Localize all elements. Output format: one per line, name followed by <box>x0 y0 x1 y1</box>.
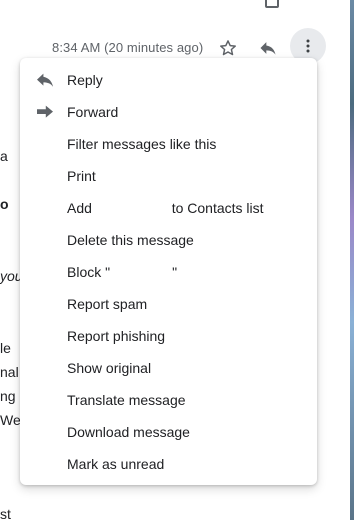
menu-item-label: Add to Contacts list <box>67 199 264 217</box>
body-text-fragment: a <box>0 148 8 164</box>
menu-item-label: Mark as unread <box>67 456 165 472</box>
menu-item-label: Show original <box>67 360 152 376</box>
menu-item-print[interactable]: Print <box>20 160 317 192</box>
body-text-fragment: nal <box>0 364 19 380</box>
menu-item-label: Translate message <box>67 392 186 408</box>
menu-item-label: Block " " <box>67 263 178 281</box>
body-text-fragment: le <box>0 340 11 356</box>
menu-item-label-prefix: Add <box>67 199 92 216</box>
message-timestamp: 8:34 AM (20 minutes ago) <box>52 40 204 55</box>
redacted-sender-name <box>110 266 173 281</box>
menu-item-block-sender[interactable]: Block " " <box>20 256 317 288</box>
forward-icon <box>35 104 55 120</box>
menu-item-label: Report phishing <box>67 328 166 344</box>
redacted-contact-name <box>95 202 168 217</box>
body-text-fragment: o <box>0 196 9 212</box>
reply-icon <box>35 72 55 88</box>
more-vert-icon <box>306 39 310 53</box>
menu-item-label: Print <box>67 168 96 184</box>
menu-item-mark-as-unread[interactable]: Mark as unread <box>20 448 317 480</box>
menu-item-label: Reply <box>67 72 103 88</box>
message-options-menu: Reply Forward Filter messages like this … <box>20 58 317 485</box>
menu-item-reply[interactable]: Reply <box>20 64 317 96</box>
menu-item-label-suffix: to Contacts list <box>171 199 264 216</box>
menu-item-filter-messages[interactable]: Filter messages like this <box>20 128 317 160</box>
menu-item-translate-message[interactable]: Translate message <box>20 384 317 416</box>
body-text-fragment: ng <box>0 388 16 404</box>
menu-item-download-message[interactable]: Download message <box>20 416 317 448</box>
menu-item-label: Download message <box>67 424 190 440</box>
menu-item-forward[interactable]: Forward <box>20 96 317 128</box>
menu-item-add-to-contacts[interactable]: Add to Contacts list <box>20 192 317 224</box>
menu-item-report-spam[interactable]: Report spam <box>20 288 317 320</box>
menu-item-label-suffix: " <box>172 263 178 280</box>
partial-toolbar-icon <box>265 0 279 8</box>
body-text-fragment: We <box>0 412 21 428</box>
menu-item-show-original[interactable]: Show original <box>20 352 317 384</box>
background-window-edge <box>350 0 354 520</box>
menu-item-label-prefix: Block " <box>67 263 111 280</box>
menu-item-delete-message[interactable]: Delete this message <box>20 224 317 256</box>
menu-item-label: Delete this message <box>67 232 194 248</box>
menu-item-label: Filter messages like this <box>67 136 217 152</box>
menu-item-label: Forward <box>67 104 119 120</box>
menu-item-report-phishing[interactable]: Report phishing <box>20 320 317 352</box>
menu-item-label: Report spam <box>67 296 148 312</box>
